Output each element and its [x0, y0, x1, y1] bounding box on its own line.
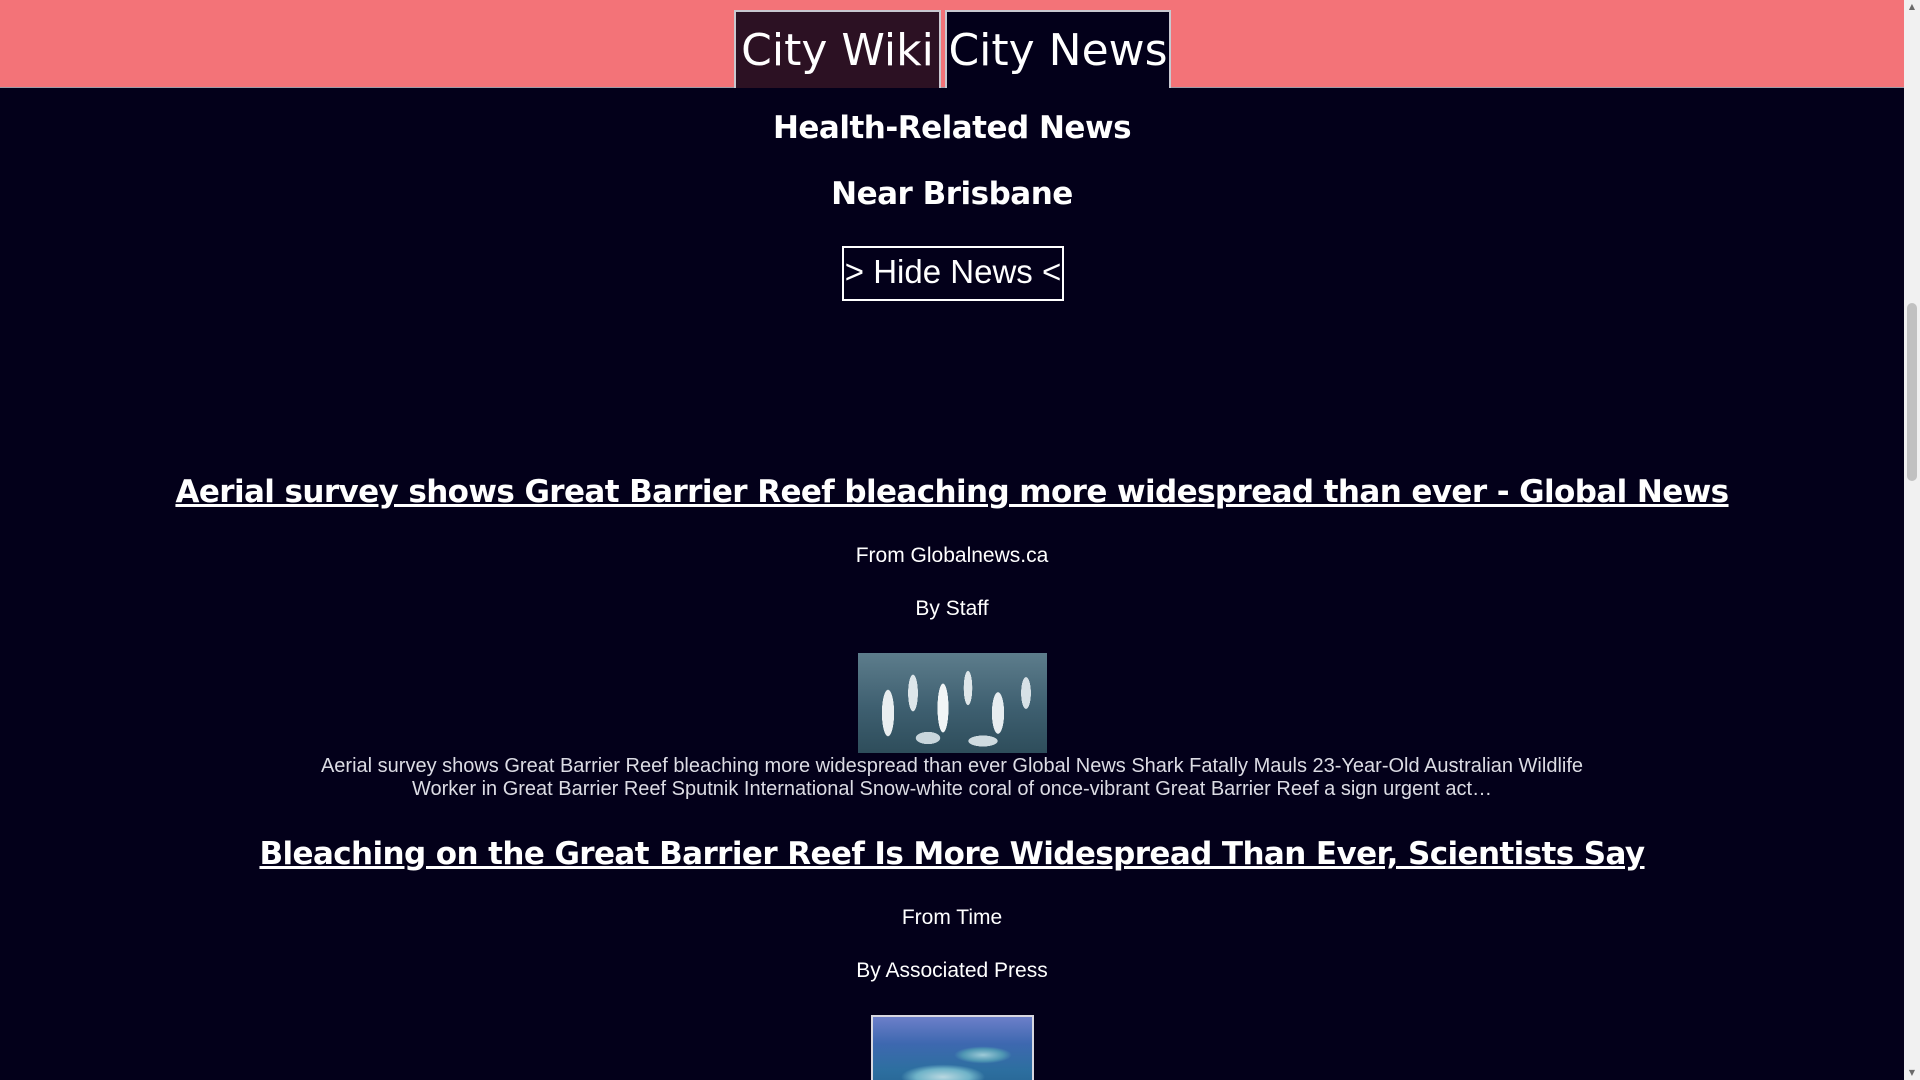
article-title-link[interactable]: Aerial survey shows Great Barrier Reef b…: [175, 474, 1729, 510]
article-description: Aerial survey shows Great Barrier Reef b…: [320, 755, 1584, 800]
page-viewport: City Wiki City News Health-Related News …: [0, 0, 1904, 1080]
section-heading: Health-Related News: [772, 110, 1132, 146]
tab-city-wiki[interactable]: City Wiki: [734, 10, 941, 88]
news-article: Bleaching on the Great Barrier Reef Is M…: [0, 836, 1904, 872]
scrollbar-thumb[interactable]: [1907, 303, 1917, 481]
tab-city-news[interactable]: City News: [945, 10, 1171, 88]
article-source: From Time: [901, 906, 1003, 929]
hide-news-button[interactable]: > Hide News <: [842, 246, 1064, 301]
article-title-link[interactable]: Bleaching on the Great Barrier Reef Is M…: [259, 836, 1645, 872]
article-thumbnail-reef[interactable]: [871, 1015, 1034, 1080]
article-source: From Globalnews.ca: [855, 544, 1049, 567]
article-thumbnail-coral[interactable]: [858, 653, 1047, 753]
news-article: Aerial survey shows Great Barrier Reef b…: [0, 474, 1904, 510]
location-heading: Near Brisbane: [831, 176, 1073, 212]
vertical-scrollbar[interactable]: ▲ ▼: [1904, 0, 1920, 1080]
scroll-down-arrow-icon[interactable]: ▼: [1904, 1066, 1920, 1080]
article-author: By Associated Press: [856, 959, 1048, 982]
article-author: By Staff: [915, 597, 989, 620]
top-navigation-bar: City Wiki City News: [0, 0, 1904, 88]
scroll-up-arrow-icon[interactable]: ▲: [1904, 0, 1920, 14]
